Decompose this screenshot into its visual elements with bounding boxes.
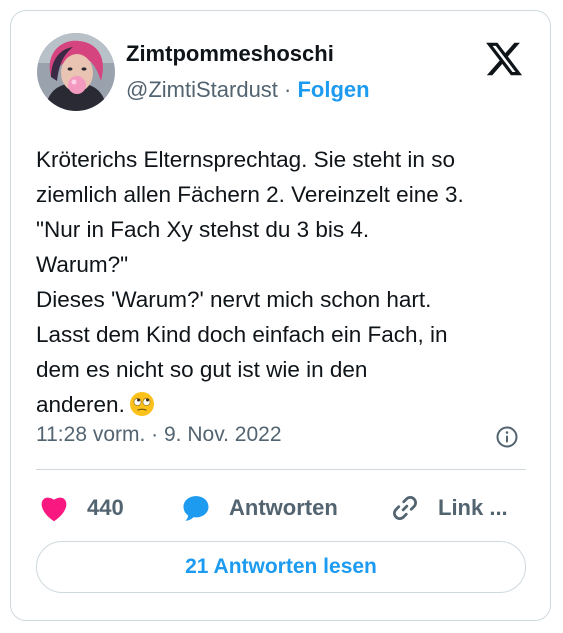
author-handle[interactable]: @ZimtiStardust [126,77,278,102]
tweet-line: ziemlich allen Fächern 2. Vereinzelt ein… [36,182,464,207]
link-icon [393,496,417,520]
info-icon[interactable] [495,425,519,449]
handle-separator: · [277,77,298,102]
reply-button[interactable]: Antworten [181,491,338,525]
tweet-last-line: anderen. [36,387,536,422]
avatar[interactable] [37,33,115,111]
divider [36,469,526,470]
follow-button[interactable]: Folgen [297,77,369,102]
tweet-text: Kröterichs Elternsprechtag. Sie steht in… [36,142,536,422]
read-replies-button[interactable]: 21 Antworten lesen [36,541,526,593]
avatar-image [37,33,115,111]
heart-icon [41,497,67,522]
tweet-line: anderen. [36,392,125,417]
tweet-line: Dieses 'Warum?' nervt mich schon hart. [36,287,432,312]
tweet-line: dem es nicht so gut ist wie in den [36,357,368,382]
tweet-date: 9. Nov. 2022 [164,423,282,446]
author-name[interactable]: Zimtpommeshoschi [126,41,334,67]
like-count: 440 [87,495,124,520]
tweet-line: Kröterichs Elternsprechtag. Sie steht in… [36,147,455,172]
tweet-card: Zimtpommeshoschi @ZimtiStardust · Folgen… [10,10,551,621]
author-handle-row: @ZimtiStardust · Folgen [126,77,370,103]
face-with-rolling-eyes-emoji [129,392,154,416]
tweet-time: 11:28 vorm. [36,423,146,446]
reply-bubble-icon [183,496,209,521]
tweet-line: Lasst dem Kind doch einfach ein Fach, in [36,322,448,347]
copy-link-button[interactable]: Link ... [390,491,508,525]
x-logo-icon[interactable] [484,39,524,79]
link-label: Link ... [438,495,508,520]
reply-label: Antworten [229,495,338,520]
tweet-line: Warum?" [36,252,129,277]
like-button[interactable]: 440 [39,491,124,525]
tweet-timestamp[interactable]: 11:28 vorm. · 9. Nov. 2022 [36,423,282,447]
meta-separator: · [145,423,164,446]
tweet-line: "Nur in Fach Xy stehst du 3 bis 4. [36,217,370,242]
